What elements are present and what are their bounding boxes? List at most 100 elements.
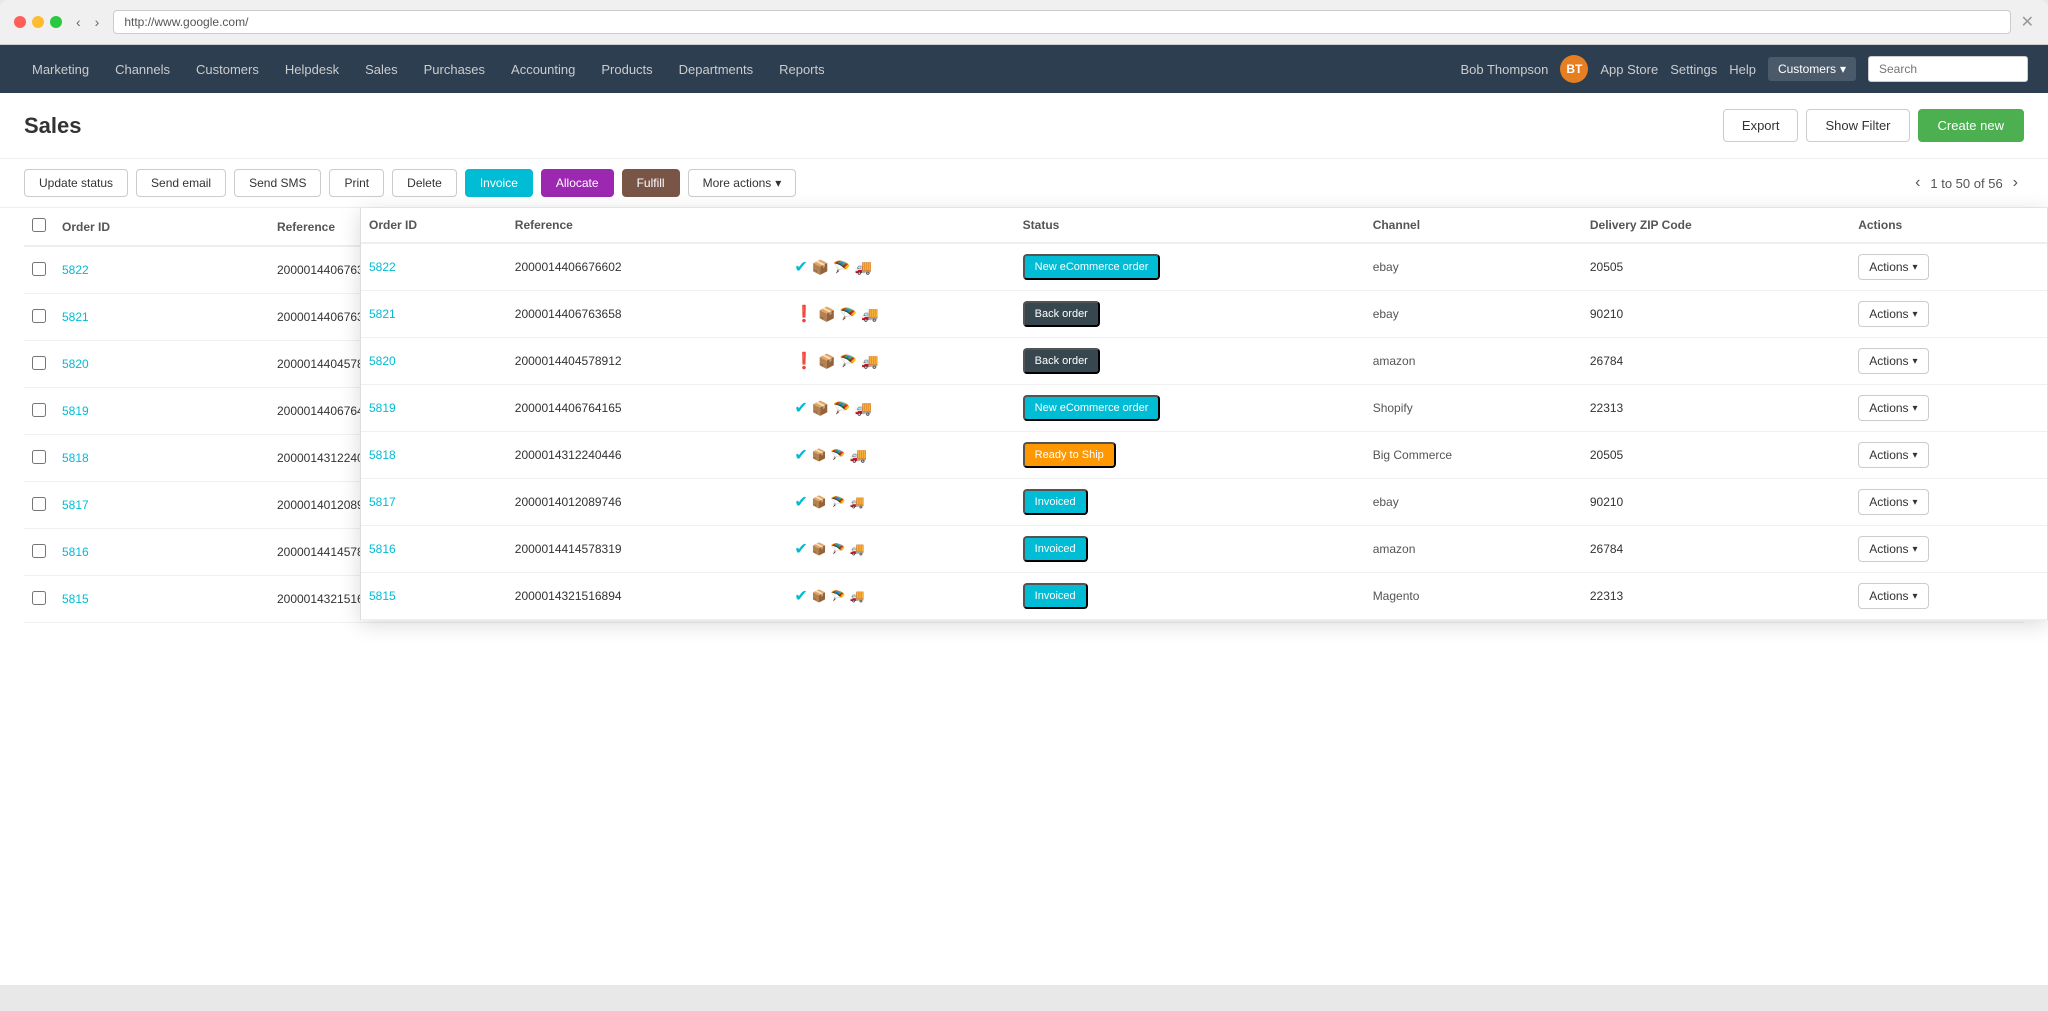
address-bar[interactable]: http://www.google.com/ <box>113 10 2010 34</box>
overlay-channel-cell-3: Shopify <box>1365 385 1582 432</box>
order-id-link-3[interactable]: 5819 <box>62 404 89 418</box>
overlay-actions-button-7[interactable]: Actions <box>1858 583 1928 609</box>
overlay-order-id-link-6[interactable]: 5816 <box>369 542 396 556</box>
delete-button[interactable]: Delete <box>392 169 457 197</box>
row-checkbox-2[interactable] <box>32 356 46 370</box>
nav-item-channels[interactable]: Channels <box>103 56 182 83</box>
page-header: Sales Export Show Filter Create new <box>0 93 2048 159</box>
export-button[interactable]: Export <box>1723 109 1799 142</box>
overlay-actions-button-2[interactable]: Actions <box>1858 348 1928 374</box>
nav-settings[interactable]: Settings <box>1670 62 1717 77</box>
box-icon: 📦 <box>818 353 835 370</box>
nav-item-products[interactable]: Products <box>589 56 664 83</box>
truck-icon: 🚚 <box>850 447 867 464</box>
overlay-order-id-link-3[interactable]: 5819 <box>369 401 396 415</box>
order-id-link-2[interactable]: 5820 <box>62 357 89 371</box>
avatar[interactable]: BT <box>1560 55 1588 83</box>
overlay-zip-cell-0: 20505 <box>1582 243 1850 291</box>
check-icon: ✔ <box>794 398 807 418</box>
print-button[interactable]: Print <box>329 169 384 197</box>
nav-item-marketing[interactable]: Marketing <box>20 56 101 83</box>
overlay-status-icons-2: ❗ 📦 🪂 🚚 <box>794 351 1006 371</box>
back-button[interactable]: ‹ <box>72 12 85 32</box>
select-all-checkbox[interactable] <box>32 218 46 232</box>
box-teal-icon: 📦 <box>812 589 827 603</box>
order-id-link-0[interactable]: 5822 <box>62 263 89 277</box>
overlay-channel-cell-6: amazon <box>1365 526 1582 573</box>
overlay-order-id-link-1[interactable]: 5821 <box>369 307 396 321</box>
maximize-dot[interactable] <box>50 16 62 28</box>
status-badge-2[interactable]: Back order <box>1023 348 1100 374</box>
invoice-button[interactable]: Invoice <box>465 169 533 197</box>
order-id-link-7[interactable]: 5815 <box>62 592 89 606</box>
nav-help[interactable]: Help <box>1729 62 1756 77</box>
row-checkbox-5[interactable] <box>32 497 46 511</box>
overlay-order-id-link-7[interactable]: 5815 <box>369 589 396 603</box>
overlay-order-id-link-2[interactable]: 5820 <box>369 354 396 368</box>
parachute-icon: 🪂 <box>840 353 857 370</box>
forward-button[interactable]: › <box>91 12 104 32</box>
pagination: ‹ 1 to 50 of 56 › <box>1909 172 2024 194</box>
overlay-zip-cell-1: 90210 <box>1582 291 1850 338</box>
nav-app-store[interactable]: App Store <box>1600 62 1658 77</box>
parachute-teal-icon: 🪂 <box>831 589 846 603</box>
status-badge-4[interactable]: Ready to Ship <box>1023 442 1116 468</box>
status-badge-0[interactable]: New eCommerce order <box>1023 254 1161 280</box>
order-id-link-4[interactable]: 5818 <box>62 451 89 465</box>
row-checkbox-4[interactable] <box>32 450 46 464</box>
overlay-channel-cell-0: ebay <box>1365 243 1582 291</box>
status-badge-7[interactable]: Invoiced <box>1023 583 1088 609</box>
row-checkbox-1[interactable] <box>32 309 46 323</box>
overlay-order-id-link-0[interactable]: 5822 <box>369 260 396 274</box>
row-checkbox-7[interactable] <box>32 591 46 605</box>
more-actions-button[interactable]: More actions ▾ <box>688 169 797 197</box>
fulfill-button[interactable]: Fulfill <box>622 169 680 197</box>
row-checkbox-3[interactable] <box>32 403 46 417</box>
status-badge-6[interactable]: Invoiced <box>1023 536 1088 562</box>
overlay-actions-button-0[interactable]: Actions <box>1858 254 1928 280</box>
allocate-button[interactable]: Allocate <box>541 169 614 197</box>
status-badge-5[interactable]: Invoiced <box>1023 489 1088 515</box>
create-new-button[interactable]: Create new <box>1918 109 2024 142</box>
overlay-order-id-link-4[interactable]: 5818 <box>369 448 396 462</box>
overlay-actions-button-5[interactable]: Actions <box>1858 489 1928 515</box>
order-id-link-5[interactable]: 5817 <box>62 498 89 512</box>
chevron-down-icon: ▾ <box>775 176 781 190</box>
prev-page-button[interactable]: ‹ <box>1909 172 1926 194</box>
send-sms-button[interactable]: Send SMS <box>234 169 321 197</box>
next-page-button[interactable]: › <box>2007 172 2024 194</box>
overlay-actions-button-3[interactable]: Actions <box>1858 395 1928 421</box>
nav-item-sales[interactable]: Sales <box>353 56 410 83</box>
pagination-text: 1 to 50 of 56 <box>1930 176 2002 191</box>
status-badge-1[interactable]: Back order <box>1023 301 1100 327</box>
nav-item-departments[interactable]: Departments <box>667 56 765 83</box>
send-email-button[interactable]: Send email <box>136 169 226 197</box>
search-input[interactable] <box>1868 56 2028 82</box>
truck-icon: 🚚 <box>861 353 878 370</box>
nav-item-purchases[interactable]: Purchases <box>412 56 497 83</box>
overlay-actions-button-6[interactable]: Actions <box>1858 536 1928 562</box>
truck-teal-icon: 🚚 <box>850 589 865 603</box>
status-badge-3[interactable]: New eCommerce order <box>1023 395 1161 421</box>
overlay-zip-cell-7: 22313 <box>1582 573 1850 620</box>
overlay-actions-button-4[interactable]: Actions <box>1858 442 1928 468</box>
order-id-link-6[interactable]: 5816 <box>62 545 89 559</box>
show-filter-button[interactable]: Show Filter <box>1806 109 1909 142</box>
overlay-panel: Order ID Reference Status Channel Delive… <box>360 208 2048 620</box>
nav-item-accounting[interactable]: Accounting <box>499 56 587 83</box>
row-checkbox-6[interactable] <box>32 544 46 558</box>
overlay-row: 5817 2000014012089746 ✔ 📦 🪂 🚚 Invoiced e… <box>361 479 2047 526</box>
customers-dropdown-button[interactable]: Customers ▾ <box>1768 57 1856 81</box>
overlay-col-zip: Delivery ZIP Code <box>1582 208 1850 243</box>
minimize-dot[interactable] <box>32 16 44 28</box>
order-id-link-1[interactable]: 5821 <box>62 310 89 324</box>
nav-item-helpdesk[interactable]: Helpdesk <box>273 56 351 83</box>
overlay-actions-button-1[interactable]: Actions <box>1858 301 1928 327</box>
update-status-button[interactable]: Update status <box>24 169 128 197</box>
nav-item-customers[interactable]: Customers <box>184 56 271 83</box>
nav-item-reports[interactable]: Reports <box>767 56 837 83</box>
overlay-order-id-link-5[interactable]: 5817 <box>369 495 396 509</box>
row-checkbox-0[interactable] <box>32 262 46 276</box>
overlay-channel-cell-1: ebay <box>1365 291 1582 338</box>
close-dot[interactable] <box>14 16 26 28</box>
